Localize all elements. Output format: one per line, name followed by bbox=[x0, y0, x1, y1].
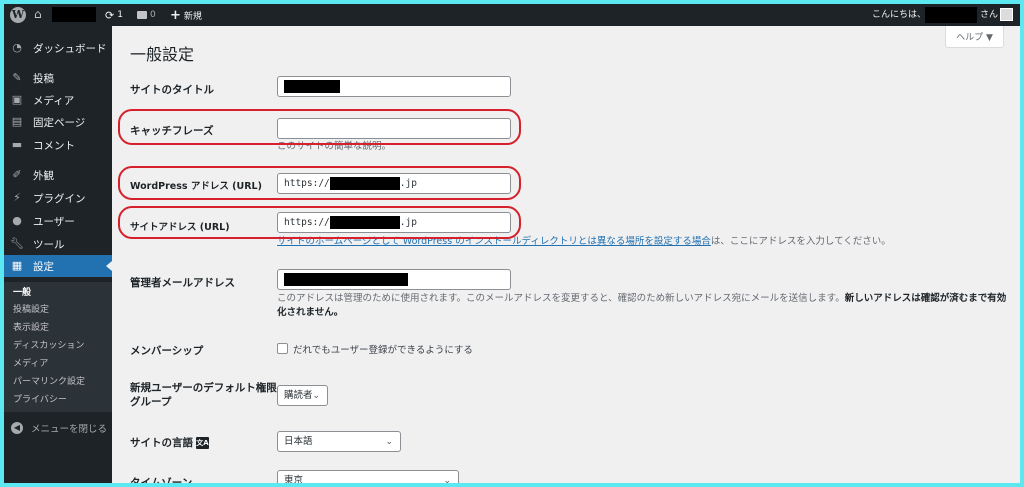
site-language-label: サイトの言語 文A bbox=[130, 435, 209, 450]
collapse-label: メニューを閉じる bbox=[31, 424, 108, 435]
page-icon: ▤ bbox=[11, 115, 23, 128]
refresh-icon: ⟳ bbox=[105, 8, 115, 22]
default-role-label-line-1: 新規ユーザーのデフォルト権限 bbox=[130, 382, 277, 394]
pin-icon: ✎ bbox=[12, 71, 22, 84]
site-title-label: サイトのタイトル bbox=[130, 84, 214, 96]
membership-label: メンバーシップ bbox=[130, 345, 204, 357]
admin-email-description: このアドレスは管理のために使用されます。このメールアドレスを変更すると、確認のた… bbox=[277, 292, 1017, 320]
updates-button[interactable]: ⟳ 1 bbox=[105, 8, 123, 22]
sidebar-item-label: 固定ページ bbox=[33, 116, 86, 129]
admin-email-input[interactable] bbox=[277, 269, 511, 290]
media-icon: ▣ bbox=[11, 93, 23, 106]
submenu-item-privacy[interactable]: プライバシー bbox=[13, 392, 67, 408]
chevron-down-icon: ⌄ bbox=[312, 391, 320, 401]
avatar[interactable] bbox=[1000, 8, 1013, 21]
site-title-input[interactable] bbox=[277, 76, 511, 97]
redacted-site-title bbox=[284, 80, 340, 93]
admin-email-label: 管理者メールアドレス bbox=[130, 277, 235, 289]
default-role-value: 購読者 bbox=[284, 390, 313, 401]
sidebar-item-tools[interactable]: 🔧︎ ツール bbox=[4, 233, 112, 255]
timezone-label: タイムゾーン bbox=[130, 477, 193, 483]
screenshot-frame: W ⌂ ⟳ 1 0 + 新規 こんにちは、 さん ◔ ダッシュボード ✎ 投稿 … bbox=[4, 4, 1020, 483]
sidebar-item-label: 外観 bbox=[33, 169, 54, 182]
admin-sidebar: ◔ ダッシュボード ✎ 投稿 ▣ メディア ▤ 固定ページ ▬ コメント ✐ 外… bbox=[4, 26, 112, 483]
sidebar-item-label: ユーザー bbox=[33, 215, 75, 228]
settings-icon: ▦ bbox=[11, 259, 23, 272]
plus-icon: + bbox=[170, 7, 181, 23]
submenu-item-discussion[interactable]: ディスカッション bbox=[13, 338, 84, 354]
home-icon[interactable]: ⌂ bbox=[34, 7, 48, 21]
sidebar-item-label: 投稿 bbox=[33, 72, 54, 85]
sidebar-item-dashboard[interactable]: ◔ ダッシュボード bbox=[4, 37, 112, 59]
sidebar-item-pages[interactable]: ▤ 固定ページ bbox=[4, 111, 112, 133]
page-title: 一般設定 bbox=[130, 45, 195, 64]
sidebar-item-label: ダッシュボード bbox=[33, 42, 107, 55]
highlight-ring-tagline bbox=[118, 109, 521, 145]
settings-main: ヘルプ ▼ 一般設定 サイトのタイトル キャッチフレーズ このサイトの簡単な説明… bbox=[112, 26, 1020, 483]
sidebar-item-media[interactable]: ▣ メディア bbox=[4, 89, 112, 111]
comment-icon bbox=[137, 11, 147, 19]
membership-checkbox[interactable] bbox=[277, 343, 288, 354]
sidebar-item-label: 設定 bbox=[33, 260, 54, 273]
settings-submenu: 一般 投稿設定 表示設定 ディスカッション メディア パーマリンク設定 プライバ… bbox=[4, 282, 112, 412]
sidebar-item-plugins[interactable]: ⚡ プラグイン bbox=[4, 187, 112, 209]
help-tab-button[interactable]: ヘルプ ▼ bbox=[945, 26, 1004, 48]
submenu-item-permalinks[interactable]: パーマリンク設定 bbox=[13, 374, 85, 390]
admin-email-desc-bold-1: 新しいアドレスは確認が済むまで有効 bbox=[844, 293, 1007, 304]
site-language-label-text: サイトの言語 bbox=[130, 437, 193, 449]
redacted-site-name[interactable] bbox=[52, 7, 96, 22]
greeting-text[interactable]: こんにちは、 bbox=[872, 8, 926, 22]
new-label: 新規 bbox=[183, 11, 202, 22]
user-icon: ● bbox=[12, 214, 22, 227]
default-role-label-line-2: グループ bbox=[130, 396, 172, 408]
sidebar-item-label: メディア bbox=[33, 94, 75, 107]
admin-email-desc-bold-2: 化されません。 bbox=[277, 307, 344, 318]
highlight-ring-site-address bbox=[118, 206, 521, 239]
membership-checkbox-label[interactable]: だれでもユーザー登録ができるようにする bbox=[293, 342, 473, 356]
site-address-desc-rest: は、ここにアドレスを入力してください。 bbox=[710, 236, 891, 247]
translation-icon: 文A bbox=[196, 437, 209, 449]
site-language-value: 日本語 bbox=[284, 436, 313, 447]
default-role-select[interactable]: 購読者 ⌄ bbox=[277, 385, 328, 406]
highlight-ring-wp-address bbox=[118, 166, 521, 200]
sidebar-item-comments[interactable]: ▬ コメント bbox=[4, 134, 112, 156]
submenu-item-writing[interactable]: 投稿設定 bbox=[13, 302, 49, 318]
chevron-down-icon: ⌄ bbox=[385, 437, 393, 447]
sidebar-item-label: プラグイン bbox=[33, 192, 86, 205]
timezone-select[interactable]: 東京 ⌄ bbox=[277, 470, 459, 483]
comments-button[interactable]: 0 bbox=[137, 8, 156, 22]
admin-email-desc-text: このアドレスは管理のために使用されます。このメールアドレスを変更すると、確認のた… bbox=[277, 293, 845, 304]
admin-bar: W ⌂ ⟳ 1 0 + 新規 こんにちは、 さん bbox=[4, 4, 1020, 26]
sidebar-item-settings[interactable]: ▦ 設定 bbox=[4, 255, 112, 277]
updates-count: 1 bbox=[117, 10, 123, 20]
sidebar-item-appearance[interactable]: ✐ 外観 bbox=[4, 164, 112, 186]
sidebar-item-label: コメント bbox=[33, 139, 75, 152]
default-role-label: 新規ユーザーのデフォルト権限 グループ bbox=[130, 381, 277, 409]
new-content-button[interactable]: + 新規 bbox=[170, 7, 202, 23]
brush-icon: ✐ bbox=[12, 168, 22, 181]
timezone-value: 東京 bbox=[284, 475, 304, 483]
submenu-item-media[interactable]: メディア bbox=[13, 356, 48, 372]
redacted-username[interactable] bbox=[925, 7, 977, 23]
honorific-text[interactable]: さん bbox=[980, 8, 998, 22]
plugin-icon: ⚡ bbox=[13, 191, 21, 204]
dashboard-icon: ◔ bbox=[12, 41, 22, 54]
comments-count: 0 bbox=[150, 10, 156, 20]
sidebar-item-posts[interactable]: ✎ 投稿 bbox=[4, 67, 112, 89]
sidebar-item-users[interactable]: ● ユーザー bbox=[4, 210, 112, 232]
collapse-arrow-icon: ◀ bbox=[11, 422, 23, 434]
sidebar-item-label: ツール bbox=[33, 238, 65, 251]
submenu-item-general[interactable]: 一般 bbox=[13, 285, 31, 301]
wrench-icon: 🔧︎ bbox=[10, 237, 24, 250]
comment-icon: ▬ bbox=[11, 138, 23, 151]
redacted-admin-email bbox=[284, 273, 408, 286]
site-language-select[interactable]: 日本語 ⌄ bbox=[277, 431, 401, 452]
submenu-item-reading[interactable]: 表示設定 bbox=[13, 320, 49, 336]
chevron-down-icon: ⌄ bbox=[443, 476, 451, 483]
wordpress-logo-icon[interactable]: W bbox=[10, 7, 26, 23]
collapse-menu-button[interactable]: ◀ メニューを閉じる bbox=[4, 418, 112, 438]
